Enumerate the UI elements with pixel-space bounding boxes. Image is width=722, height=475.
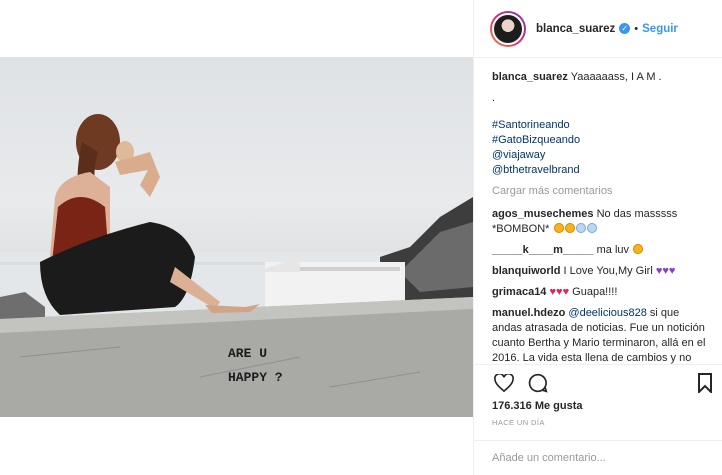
heart-eyes-emoji-icon	[564, 223, 575, 233]
post-photo[interactable]: ARE U HAPPY ?	[0, 57, 473, 417]
verified-badge-icon: ✓	[619, 23, 631, 34]
heart-eyes-emoji-icon	[553, 223, 564, 233]
comment-item: blanquiworld I Love You,My Girl ♥♥♥	[492, 264, 709, 279]
comment-item: _____k____m_____ ma luv	[492, 243, 709, 258]
comment-text: Guapa!!!!	[572, 286, 618, 298]
add-comment-input[interactable]	[492, 452, 692, 464]
comments-list[interactable]: blanca_suarez Yaaaaaass, I A M . . #Sant…	[474, 58, 722, 364]
hashtag-gatobizqueando[interactable]: #GatoBizqueando	[492, 133, 709, 148]
header-separator-dot: •	[634, 22, 639, 35]
follow-button[interactable]: Seguir	[642, 23, 678, 35]
hashtag-santorineando[interactable]: #Santorineando	[492, 118, 709, 133]
likes-count[interactable]: 176.316 Me gusta	[492, 400, 583, 412]
photo-illustration: ARE U HAPPY ?	[0, 114, 473, 417]
caption: blanca_suarez Yaaaaaass, I A M .	[492, 70, 709, 85]
like-heart-icon[interactable]	[492, 371, 516, 395]
mention-bthetravelbrand[interactable]: @bthetravelbrand	[492, 163, 709, 178]
comment-mention[interactable]: @deelicious828	[568, 307, 646, 319]
comment-item: grimaca14 ♥♥♥ Guapa!!!!	[492, 285, 709, 300]
bookmark-icon[interactable]	[693, 371, 717, 395]
heart-eyes-emoji-icon	[633, 244, 644, 254]
caption-dot-line: .	[492, 92, 496, 104]
wall-text-line1: ARE U	[228, 346, 267, 361]
post-actions	[474, 364, 722, 400]
post-header: blanca_suarez ✓ • Seguir	[474, 0, 722, 58]
scared-emoji-icon	[586, 223, 597, 233]
caption-text: Yaaaaaass, I A M .	[570, 71, 662, 83]
comment-username[interactable]: blanquiworld	[492, 265, 560, 277]
comment-item: manuel.hdezo @deelicious828 si que andas…	[492, 306, 709, 364]
photo-pane: ARE U HAPPY ?	[0, 0, 473, 475]
comment-item: agos_musechemes No das masssss *BOMBON*	[492, 207, 709, 237]
comment-username[interactable]: agos_musechemes	[492, 208, 594, 220]
post-timestamp[interactable]: HACE UN DÍA	[492, 418, 545, 427]
comment-username[interactable]: grimaca14	[492, 286, 546, 298]
red-heart-icon: ♥♥♥	[549, 286, 570, 298]
scared-emoji-icon	[575, 223, 586, 233]
comment-text: ma luv	[596, 244, 630, 256]
comment-bubble-icon[interactable]	[526, 371, 550, 395]
caption-username[interactable]: blanca_suarez	[492, 71, 568, 83]
comment-text: I Love You,My Girl	[563, 265, 653, 277]
comment-username[interactable]: _____k____m_____	[492, 244, 594, 256]
header-username[interactable]: blanca_suarez	[536, 23, 615, 35]
wall-text-line2: HAPPY ?	[228, 370, 283, 385]
comment-username[interactable]: manuel.hdezo	[492, 307, 565, 319]
avatar-image	[492, 12, 524, 45]
mention-viajaway[interactable]: @viajaway	[492, 148, 709, 163]
add-comment-bar	[474, 440, 722, 475]
post-side-panel: blanca_suarez ✓ • Seguir blanca_suarez Y…	[473, 0, 722, 475]
avatar[interactable]	[490, 10, 526, 47]
purple-heart-icon: ♥♥♥	[655, 265, 676, 277]
load-more-comments-button[interactable]: Cargar más comentarios	[492, 184, 709, 199]
